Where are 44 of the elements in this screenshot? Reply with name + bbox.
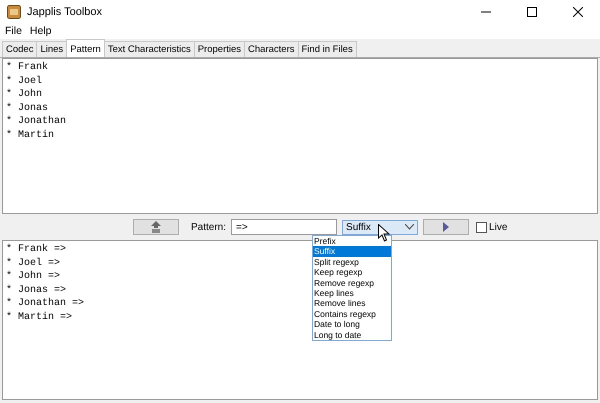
app-icon: [7, 4, 21, 18]
text-line: * John: [6, 88, 42, 102]
maximize-icon[interactable]: [527, 6, 537, 16]
live-checkbox[interactable]: [476, 222, 488, 232]
dropdown-option[interactable]: Remove lines: [313, 298, 391, 309]
tab[interactable]: Lines: [36, 41, 68, 57]
menu-item[interactable]: File: [5, 25, 22, 37]
dropdown-option[interactable]: Suffix: [313, 246, 391, 257]
play-icon: [443, 222, 450, 232]
run-button[interactable]: [423, 219, 470, 235]
live-label: Live: [489, 222, 508, 232]
dropdown-option[interactable]: Keep regexp: [313, 267, 391, 278]
dropdown-option[interactable]: Split regexp: [313, 256, 391, 268]
text-line: * Frank: [6, 61, 48, 74]
dropdown-option[interactable]: Keep lines: [313, 288, 391, 298]
upload-icon: [150, 221, 162, 233]
tab[interactable]: Text Characteristics: [104, 41, 195, 57]
text-line: * Frank =>: [6, 243, 66, 256]
window-title: Japplis Toolbox: [27, 6, 102, 18]
text-line: * Martin =>: [6, 310, 72, 324]
tab[interactable]: Find in Files: [298, 41, 357, 57]
chevron-down-icon: [405, 224, 414, 230]
text-line: * Martin: [6, 128, 54, 142]
dropdown-option[interactable]: Date to long: [313, 319, 391, 330]
dropdown-option[interactable]: Long to date: [313, 330, 391, 340]
text-line: * Joel: [6, 74, 42, 88]
pattern-label: Pattern:: [191, 222, 226, 232]
text-line: * John =>: [6, 270, 60, 284]
text-line: * Jonas: [6, 102, 48, 115]
dropdown-option[interactable]: Remove regexp: [313, 278, 391, 288]
tab[interactable]: Pattern: [66, 39, 105, 57]
text-line: * Jonathan: [6, 115, 66, 128]
pattern-field[interactable]: =>: [231, 219, 338, 235]
text-line: * Joel =>: [6, 256, 60, 270]
text-line: * Jonas =>: [6, 284, 66, 297]
menu-item[interactable]: Help: [30, 25, 52, 37]
close-icon[interactable]: [573, 6, 583, 16]
tab[interactable]: Codec: [2, 41, 38, 57]
tab[interactable]: Properties: [194, 41, 246, 57]
transfer-button[interactable]: [133, 219, 179, 235]
input-text-area[interactable]: * Frank * Joel * John * Jonas * Jonathan * Martin: [2, 58, 598, 214]
tab[interactable]: Characters: [244, 41, 298, 57]
dropdown-option[interactable]: Contains regexp: [313, 308, 391, 320]
text-line: * Jonathan =>: [6, 297, 84, 310]
